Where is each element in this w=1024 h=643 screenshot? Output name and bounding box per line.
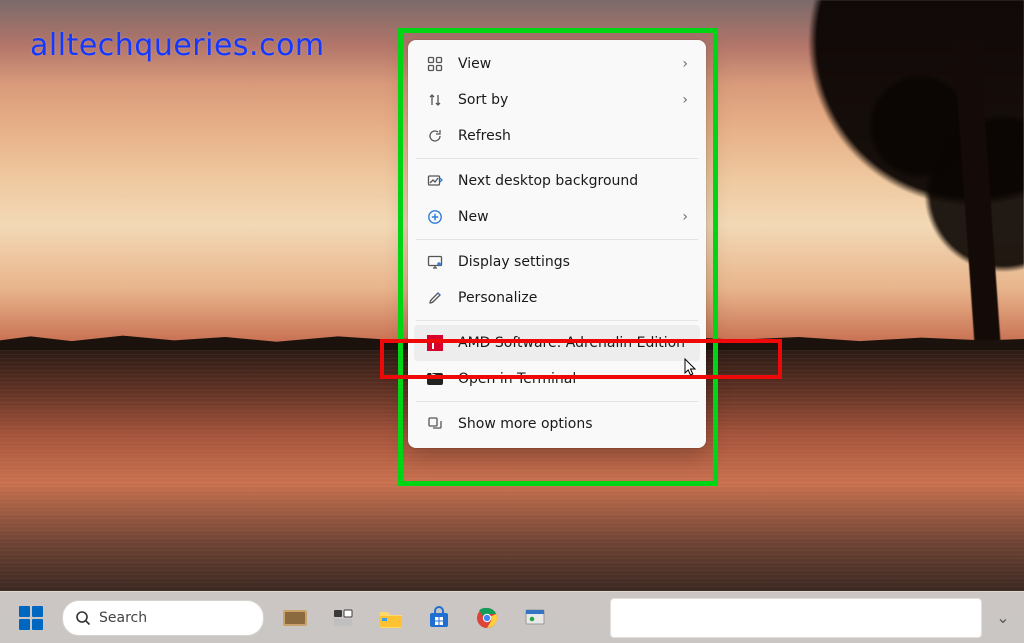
amd-icon (426, 334, 444, 352)
menu-label: Show more options (458, 416, 688, 432)
desktop-context-menu: View › Sort by › Refresh (408, 40, 706, 448)
menu-item-view[interactable]: View › (414, 46, 700, 82)
menu-separator (416, 320, 698, 321)
menu-label: Personalize (458, 290, 688, 306)
chevron-right-icon: › (682, 92, 688, 108)
chevron-right-icon: › (682, 209, 688, 225)
menu-item-new[interactable]: New › (414, 199, 700, 235)
more-options-icon (426, 415, 444, 433)
menu-label: Refresh (458, 128, 688, 144)
personalize-icon (426, 289, 444, 307)
taskbar-app-microsoft-store[interactable] (418, 597, 460, 639)
taskbar: Search (0, 591, 1024, 643)
menu-label: Next desktop background (458, 173, 688, 189)
terminal-icon (426, 370, 444, 388)
refresh-icon (426, 127, 444, 145)
taskbar-app-chrome[interactable] (466, 597, 508, 639)
sort-icon (426, 91, 444, 109)
source-watermark: alltechqueries.com (30, 28, 325, 63)
taskbar-app-generic[interactable] (514, 597, 556, 639)
taskbar-pinned-apps (274, 597, 556, 639)
windows-logo-icon (19, 606, 43, 630)
menu-separator (416, 158, 698, 159)
menu-item-open-in-terminal[interactable]: Open in Terminal (414, 361, 700, 397)
menu-item-personalize[interactable]: Personalize (414, 280, 700, 316)
menu-item-display-settings[interactable]: Display settings (414, 244, 700, 280)
start-button[interactable] (10, 597, 52, 639)
taskbar-app-file-explorer[interactable] (370, 597, 412, 639)
taskbar-app-task-view[interactable] (322, 597, 364, 639)
menu-item-next-desktop-background[interactable]: Next desktop background (414, 163, 700, 199)
display-settings-icon (426, 253, 444, 271)
taskbar-search[interactable]: Search (62, 600, 264, 636)
menu-label: Display settings (458, 254, 688, 270)
menu-item-sort-by[interactable]: Sort by › (414, 82, 700, 118)
next-background-icon (426, 172, 444, 190)
menu-separator (416, 239, 698, 240)
menu-separator (416, 401, 698, 402)
search-icon (75, 610, 91, 626)
menu-label: View (458, 56, 668, 72)
menu-item-amd-software[interactable]: AMD Software: Adrenalin Edition (414, 325, 700, 361)
new-icon (426, 208, 444, 226)
menu-label: New (458, 209, 668, 225)
menu-item-refresh[interactable]: Refresh (414, 118, 700, 154)
taskbar-app-widgets[interactable] (274, 597, 316, 639)
menu-item-show-more-options[interactable]: Show more options (414, 406, 700, 442)
search-placeholder: Search (99, 610, 147, 626)
taskbar-peek-desktop[interactable]: ⌄ (992, 608, 1014, 627)
menu-label: Sort by (458, 92, 668, 108)
menu-label: AMD Software: Adrenalin Edition (458, 335, 688, 351)
chevron-right-icon: › (682, 56, 688, 72)
menu-label: Open in Terminal (458, 371, 688, 387)
taskbar-system-tray-area[interactable] (610, 598, 982, 638)
view-icon (426, 55, 444, 73)
